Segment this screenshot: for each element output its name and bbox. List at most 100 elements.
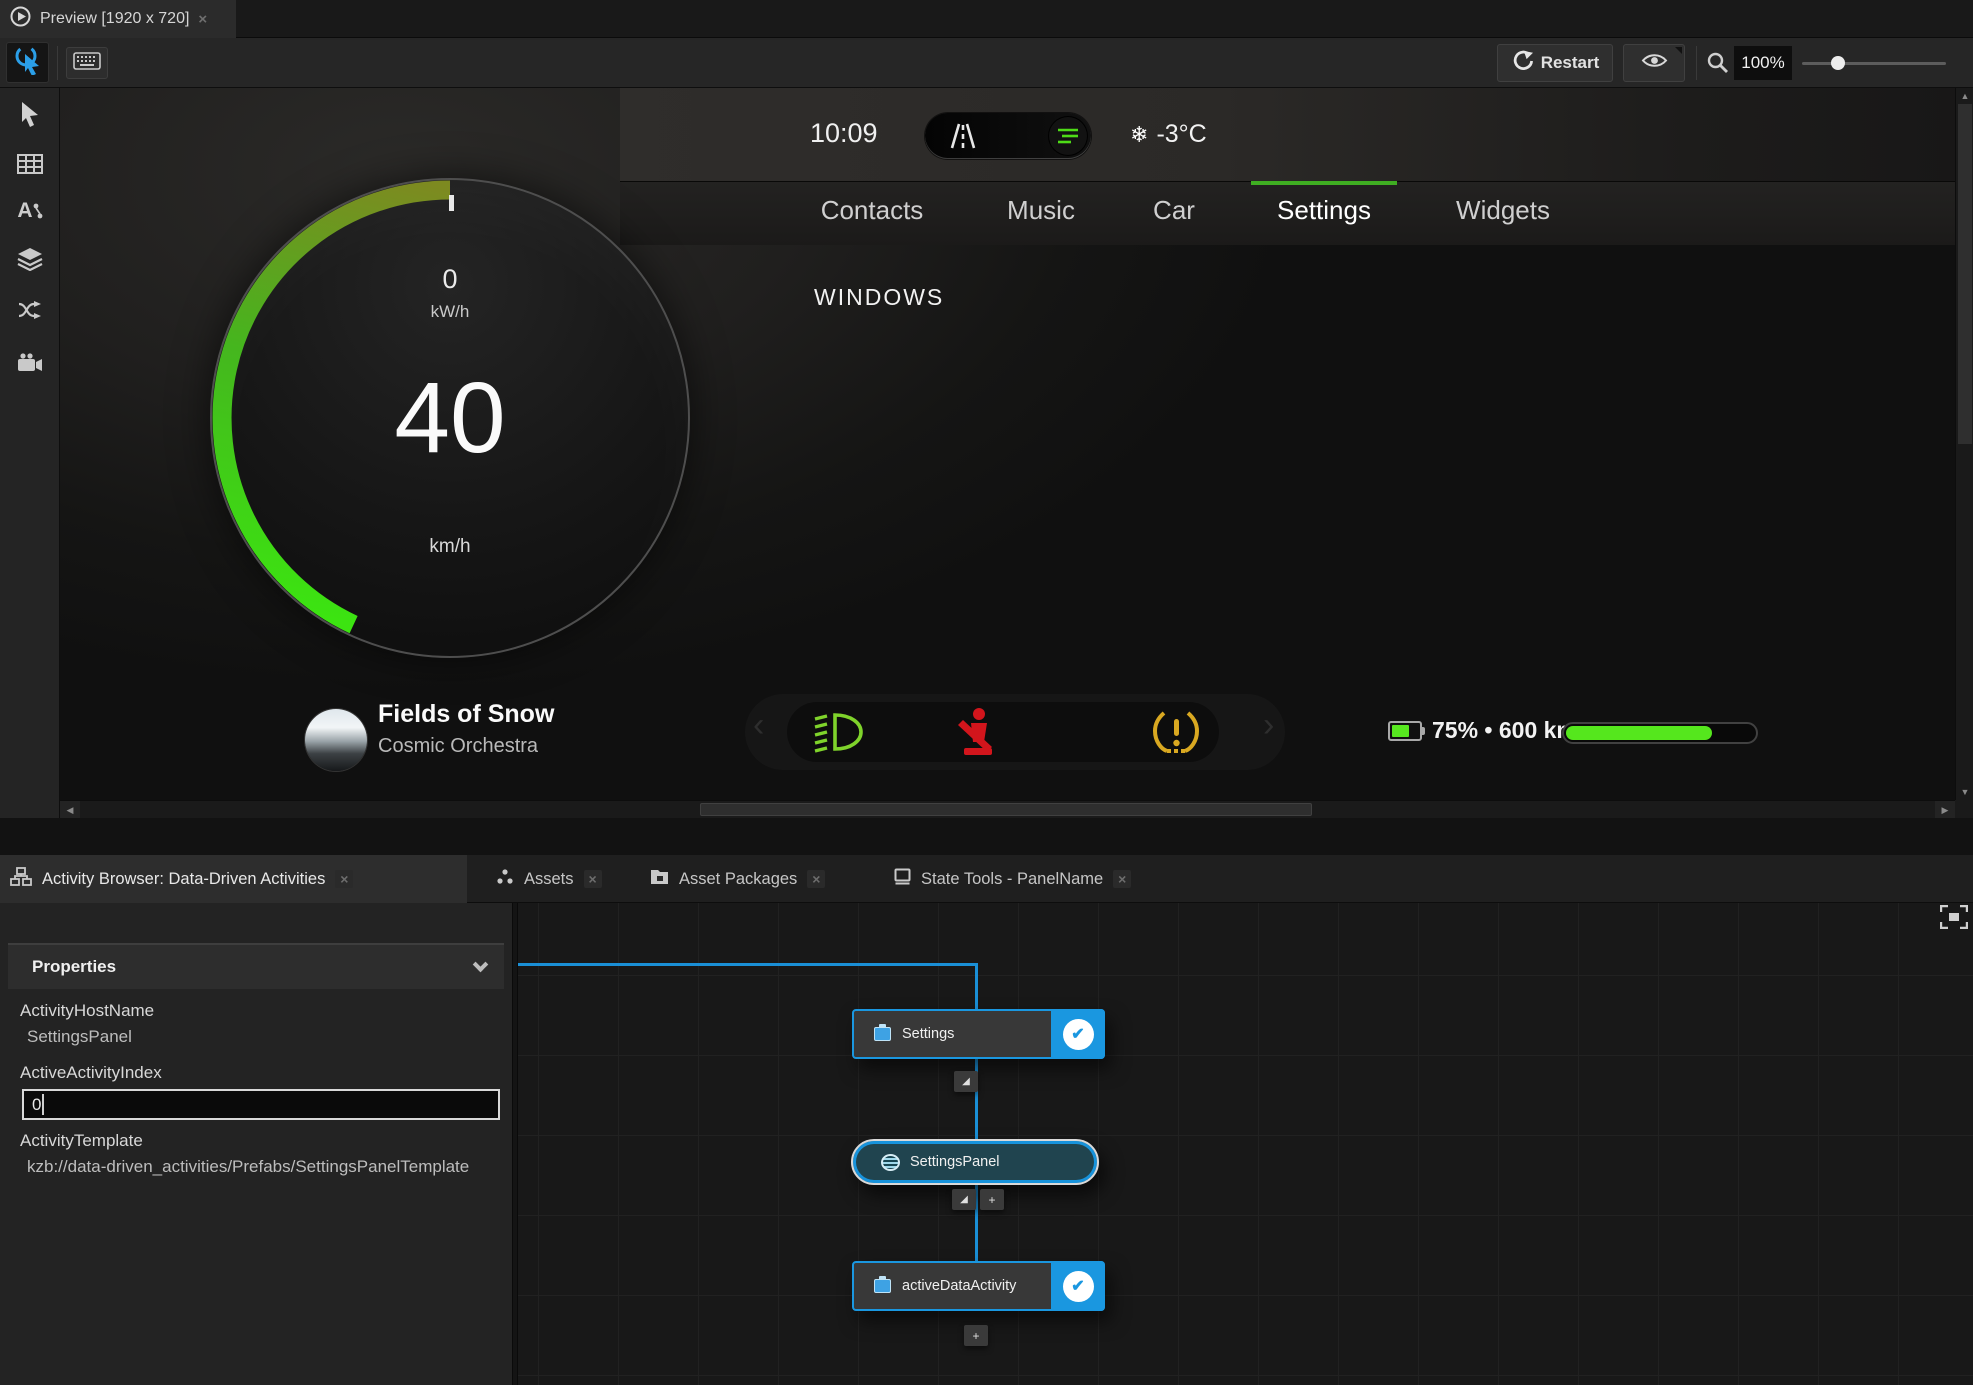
tab-close-icon[interactable]: × xyxy=(335,870,354,888)
scroll-left-icon[interactable]: ◀ xyxy=(60,801,80,819)
node-active-badge[interactable]: ✔ xyxy=(1051,1261,1105,1311)
collapse-node-button[interactable]: ◢ xyxy=(954,1071,978,1092)
hmi-clock: 10:09 xyxy=(810,118,878,148)
tab-activity-browser[interactable]: Activity Browser: Data-Driven Activities… xyxy=(0,855,467,903)
zoom-slider-track[interactable] xyxy=(1802,62,1946,65)
select-tool-button[interactable] xyxy=(15,102,45,132)
text-node-tool-button[interactable]: A xyxy=(15,196,45,226)
graph-node-active-data-activity[interactable]: activeDataActivity ✔ xyxy=(852,1261,1105,1311)
graph-node-settings[interactable]: Settings ✔ xyxy=(852,1009,1105,1059)
interact-tool-button[interactable] xyxy=(6,42,49,83)
graph-node-active-data-activity-label: activeDataActivity xyxy=(902,1278,1017,1294)
road-lanes-icon xyxy=(945,122,981,155)
grid-tool-button[interactable] xyxy=(15,151,45,181)
preview-horizontal-scrollbar[interactable]: ◀ ▶ xyxy=(60,800,1955,819)
toggle-knob[interactable] xyxy=(1048,116,1088,156)
hmi-tab-contacts[interactable]: Contacts xyxy=(821,195,924,226)
restart-button[interactable]: Restart xyxy=(1497,44,1613,82)
graph-connector-horizontal xyxy=(518,963,977,966)
scroll-right-icon[interactable]: ▶ xyxy=(1935,801,1955,819)
fit-to-view-icon xyxy=(1939,904,1969,930)
select-cursor-icon xyxy=(18,101,42,133)
keyboard-icon xyxy=(73,51,101,75)
temperature-value: -3°C xyxy=(1156,120,1207,148)
shuffle-arrows-icon xyxy=(18,300,43,324)
tab-close-icon[interactable]: × xyxy=(1113,870,1132,888)
hmi-preview-viewport: 10:09 ❄ -3°C Contacts Music Car Settings… xyxy=(60,88,1955,800)
hmi-tab-music[interactable]: Music xyxy=(1007,195,1075,226)
keyboard-tool-button[interactable] xyxy=(66,47,108,79)
telltale-prev-icon[interactable]: ‹ xyxy=(753,706,764,745)
panel-node-icon xyxy=(881,1153,900,1171)
add-node-button[interactable]: + xyxy=(980,1189,1004,1210)
active-tab-indicator xyxy=(1251,181,1397,185)
horizontal-scroll-thumb[interactable] xyxy=(700,803,1312,816)
tab-assets[interactable]: Assets × xyxy=(486,855,636,903)
battery-progress-fill xyxy=(1566,726,1712,740)
zoom-slider-thumb[interactable] xyxy=(1831,56,1845,70)
eye-icon xyxy=(1641,51,1668,75)
properties-header[interactable]: Properties xyxy=(8,943,504,989)
scroll-down-icon[interactable]: ▼ xyxy=(1956,787,1973,797)
zoom-value[interactable]: 100% xyxy=(1734,46,1792,80)
play-icon xyxy=(10,6,31,32)
camera-tool-button[interactable] xyxy=(15,350,45,380)
plus-icon: + xyxy=(988,1192,996,1207)
drive-mode-toggle[interactable] xyxy=(925,113,1091,159)
gauge-speed-unit: km/h xyxy=(429,536,471,557)
tab-asset-packages[interactable]: Asset Packages × xyxy=(640,855,880,903)
battery-icon xyxy=(1388,721,1425,741)
speed-gauge: 0 kW/h 40 km/h xyxy=(210,178,690,658)
activity-graph-canvas[interactable] xyxy=(518,903,1973,1385)
hmi-tab-car[interactable]: Car xyxy=(1153,195,1195,226)
panel-gap xyxy=(0,818,1973,855)
active-activity-index-input[interactable] xyxy=(22,1089,500,1120)
assets-icon xyxy=(496,868,514,890)
interact-cursor-icon xyxy=(14,45,42,80)
tab-close-icon[interactable]: × xyxy=(583,870,602,888)
collapse-node-button[interactable]: ◢ xyxy=(952,1189,976,1210)
hmi-temperature: ❄ -3°C xyxy=(1130,120,1207,149)
hmi-tab-widgets[interactable]: Widgets xyxy=(1456,195,1550,226)
gauge-power-unit: kW/h xyxy=(430,302,470,321)
tab-close-icon[interactable]: × xyxy=(807,870,826,888)
layers-tool-button[interactable] xyxy=(15,246,45,276)
chevron-down-icon xyxy=(472,956,489,972)
tab-assets-label: Assets xyxy=(524,869,574,888)
tab-state-tools[interactable]: State Tools - PanelName × xyxy=(884,855,1224,903)
media-track-title: Fields of Snow xyxy=(378,700,555,728)
preview-vertical-scrollbar[interactable]: ▲ ▼ xyxy=(1955,88,1973,800)
node-active-badge[interactable]: ✔ xyxy=(1051,1009,1105,1059)
album-art[interactable] xyxy=(305,709,367,771)
plus-icon: + xyxy=(972,1328,980,1343)
shuffle-tool-button[interactable] xyxy=(15,297,45,327)
tire-pressure-warning-icon xyxy=(1152,710,1200,759)
panel-divider[interactable] xyxy=(512,903,518,1385)
activity-node-icon xyxy=(874,1276,891,1293)
text-tool-icon: A xyxy=(17,199,33,222)
graph-node-settings-panel[interactable]: SettingsPanel xyxy=(851,1139,1099,1185)
property-index-label: ActiveActivityIndex xyxy=(20,1063,162,1082)
scroll-up-icon[interactable]: ▲ xyxy=(1956,91,1973,101)
gauge-top-tick xyxy=(449,195,454,211)
battery-progress-bar xyxy=(1562,722,1758,744)
gauge-speed-value: 40 xyxy=(394,362,506,474)
preview-tab[interactable]: Preview [1920 x 720] × xyxy=(0,0,236,38)
visibility-button[interactable] xyxy=(1623,44,1685,82)
graph-node-settings-label: Settings xyxy=(902,1026,955,1042)
hmi-tab-settings[interactable]: Settings xyxy=(1277,195,1371,226)
add-node-button[interactable]: + xyxy=(964,1325,988,1346)
telltale-next-icon[interactable]: › xyxy=(1263,706,1274,745)
preview-tab-close-icon[interactable]: × xyxy=(198,11,207,28)
table-grid-icon xyxy=(17,153,43,179)
gauge-power-value: 0 xyxy=(442,264,458,294)
vertical-scroll-thumb[interactable] xyxy=(1958,104,1972,444)
settings-section-heading: WINDOWS xyxy=(814,284,945,310)
toolbar-separator xyxy=(1696,46,1697,80)
asset-packages-icon xyxy=(650,868,669,890)
check-circle-icon: ✔ xyxy=(1062,1018,1094,1050)
activity-node-icon xyxy=(874,1024,891,1041)
state-tools-icon xyxy=(894,868,911,890)
fit-to-view-button[interactable] xyxy=(1939,904,1969,930)
property-host-label: ActivityHostName xyxy=(20,1001,155,1020)
